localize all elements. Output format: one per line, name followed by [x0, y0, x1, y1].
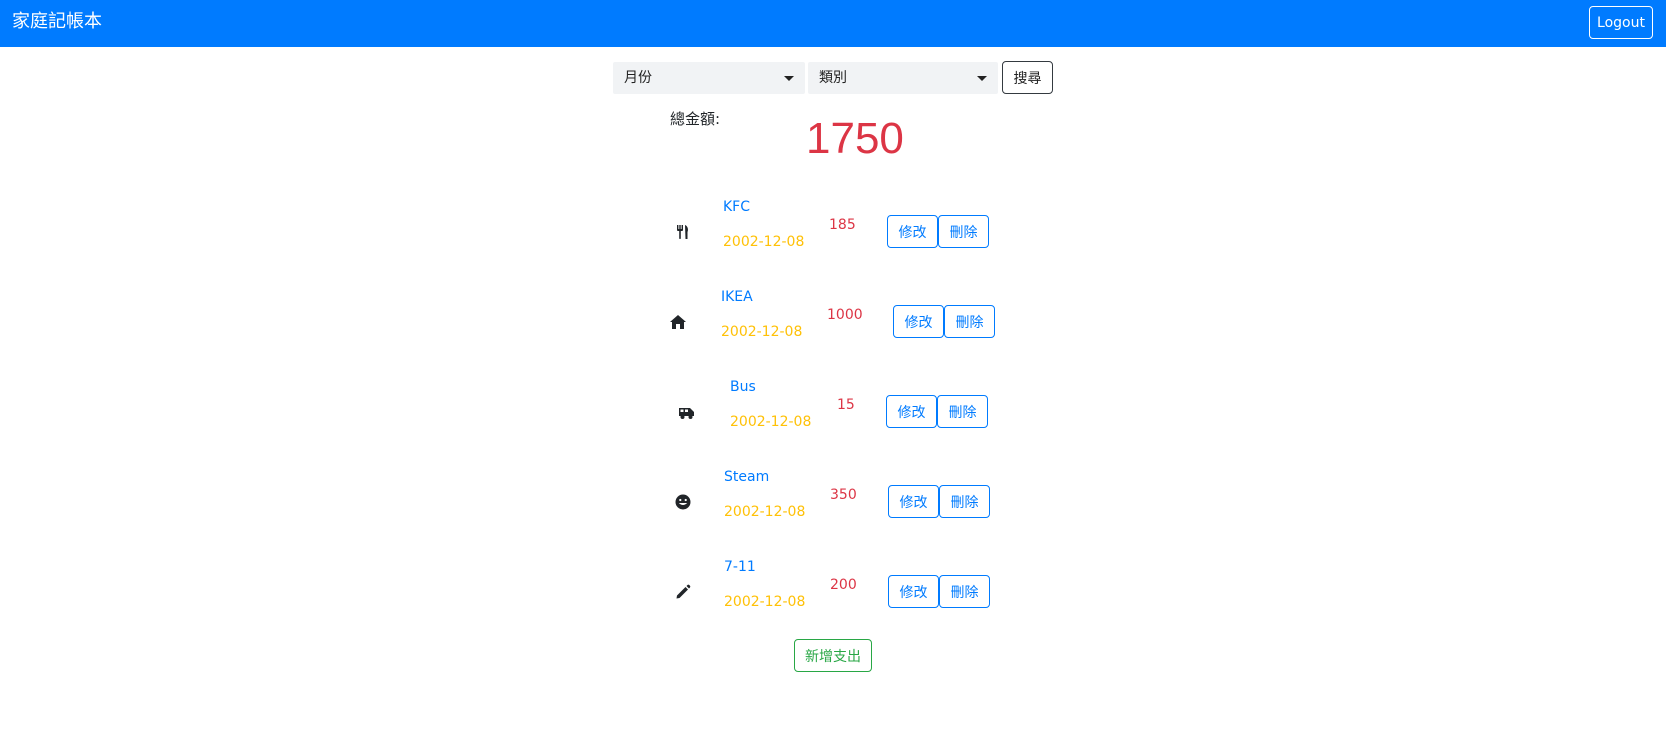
record-date: 2002-12-08 — [721, 324, 803, 340]
record-amount: 15 — [837, 397, 855, 413]
chevron-down-icon — [977, 76, 987, 81]
search-button[interactable]: 搜尋 — [1002, 61, 1053, 94]
category-select[interactable]: 類別 — [808, 62, 998, 94]
delete-button[interactable]: 刪除 — [944, 305, 995, 338]
edit-button[interactable]: 修改 — [886, 395, 937, 428]
category-select-value: 類別 — [819, 70, 847, 86]
record-date: 2002-12-08 — [723, 234, 805, 250]
delete-button[interactable]: 刪除 — [937, 395, 988, 428]
month-select-value: 月份 — [624, 70, 652, 86]
edit-button[interactable]: 修改 — [888, 485, 939, 518]
record-name: 7-11 — [724, 559, 756, 575]
add-expense-button[interactable]: 新增支出 — [794, 639, 872, 672]
record-amount: 200 — [830, 577, 857, 593]
delete-button[interactable]: 刪除 — [939, 485, 990, 518]
month-select[interactable]: 月份 — [613, 62, 805, 94]
total-amount: 1750 — [806, 114, 904, 163]
record-name: IKEA — [721, 289, 753, 305]
app-title[interactable]: 家庭記帳本 — [12, 10, 102, 34]
edit-button[interactable]: 修改 — [887, 215, 938, 248]
record-name: KFC — [723, 199, 751, 215]
record-date: 2002-12-08 — [724, 594, 806, 610]
navbar: 家庭記帳本 Logout — [0, 0, 1666, 47]
logout-button[interactable]: Logout — [1589, 6, 1653, 39]
edit-button[interactable]: 修改 — [893, 305, 944, 338]
smile-icon — [674, 493, 692, 511]
chevron-down-icon — [784, 76, 794, 81]
home-icon — [669, 313, 687, 331]
delete-button[interactable]: 刪除 — [938, 215, 989, 248]
record-name: Bus — [730, 379, 756, 395]
edit-button[interactable]: 修改 — [888, 575, 939, 608]
pencil-icon — [674, 583, 692, 601]
record-date: 2002-12-08 — [724, 504, 806, 520]
record-amount: 350 — [830, 487, 857, 503]
total-label: 總金額: — [670, 110, 721, 128]
utensils-icon — [674, 223, 692, 241]
van-icon — [678, 403, 696, 421]
record-name: Steam — [724, 469, 770, 485]
record-date: 2002-12-08 — [730, 414, 812, 430]
record-amount: 185 — [829, 217, 856, 233]
record-amount: 1000 — [827, 307, 863, 323]
delete-button[interactable]: 刪除 — [939, 575, 990, 608]
